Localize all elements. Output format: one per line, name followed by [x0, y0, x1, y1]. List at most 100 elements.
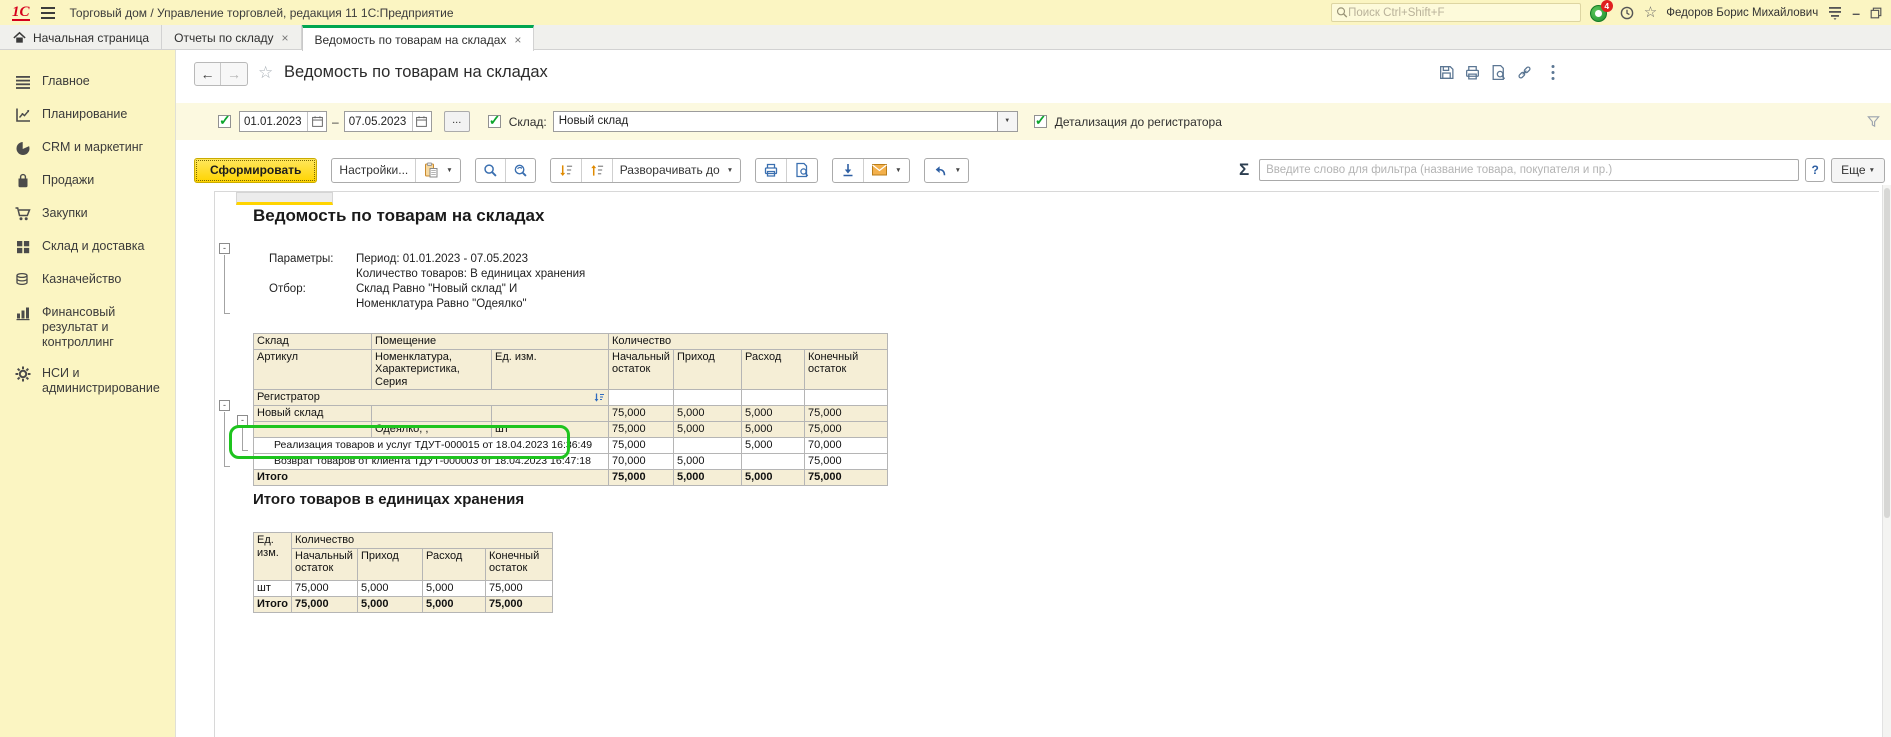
- header-cell: Начальный остаток: [609, 349, 674, 390]
- date-from-field[interactable]: 01.01.2023: [239, 111, 327, 132]
- filter-label: Отбор:: [269, 283, 306, 295]
- cell-cursor: [236, 192, 333, 205]
- collapse-group-button[interactable]: [219, 400, 230, 411]
- period-checkbox[interactable]: [218, 115, 231, 128]
- chevron-down-icon: ▼: [1869, 167, 1875, 174]
- table-cell: 5,000: [674, 453, 742, 469]
- change-report-button[interactable]: ▼: [925, 159, 968, 182]
- sidebar-item-planning[interactable]: Планирование: [0, 99, 175, 132]
- warehouse-combo[interactable]: Новый склад ▼: [553, 111, 1018, 132]
- send-mail-button[interactable]: ▼: [864, 159, 908, 182]
- sidebar-item-warehouse[interactable]: Склад и доставка: [0, 231, 175, 264]
- calendar-icon[interactable]: [307, 112, 326, 131]
- sidebar-item-treasury[interactable]: Казначейство: [0, 264, 175, 297]
- forward-button[interactable]: →: [221, 63, 247, 85]
- close-icon[interactable]: ×: [282, 31, 289, 45]
- quick-filter-input[interactable]: [1259, 159, 1799, 181]
- restore-icon[interactable]: [1869, 6, 1883, 20]
- collapse-group-button[interactable]: [237, 415, 248, 426]
- sidebar-item-purchases[interactable]: Закупки: [0, 198, 175, 231]
- back-button[interactable]: ←: [195, 63, 221, 85]
- print-preview-button[interactable]: [787, 159, 817, 182]
- registrator-row: Регистратор: [254, 390, 888, 406]
- table-cell: 70,000: [805, 437, 888, 453]
- table-cell: 75,000: [292, 596, 358, 612]
- main-report-table: Склад Помещение Количество Артикул Номен…: [253, 333, 888, 486]
- table-cell: 75,000: [609, 421, 674, 437]
- home-icon: [12, 30, 27, 45]
- generate-button[interactable]: Сформировать: [194, 158, 317, 183]
- table-cell: Реализация товаров и услуг ТДУТ-000015 о…: [254, 437, 609, 453]
- table-row: шт75,0005,0005,00075,000: [254, 580, 553, 596]
- hamburger-icon[interactable]: [40, 6, 56, 20]
- expand-groups-button[interactable]: [582, 159, 613, 182]
- link-icon[interactable]: [1516, 64, 1533, 81]
- user-name[interactable]: Федоров Борис Михайлович: [1666, 7, 1818, 19]
- sum-icon[interactable]: Σ: [1239, 160, 1249, 180]
- coins-icon: [14, 271, 32, 289]
- save-icon[interactable]: [1438, 64, 1455, 81]
- paste-settings-button[interactable]: ▼: [416, 159, 459, 182]
- table-row: Новый склад75,0005,0005,00075,000: [254, 405, 888, 421]
- favorite-star-icon[interactable]: ☆: [258, 63, 273, 83]
- service-menu-icon[interactable]: [1827, 5, 1843, 20]
- print-icon[interactable]: [1464, 64, 1481, 81]
- notification-badge: 4: [1601, 0, 1613, 12]
- sidebar-item-label: Склад и доставка: [42, 239, 144, 254]
- find-next-button[interactable]: [506, 159, 535, 182]
- page-title: Ведомость по товарам на складах: [284, 63, 548, 82]
- header-cell: Конечный остаток: [805, 349, 888, 390]
- more-menu-icon[interactable]: [1550, 64, 1567, 81]
- period-options-button[interactable]: ...: [444, 111, 470, 132]
- sidebar-item-label: Планирование: [42, 107, 127, 122]
- table-row: Итого75,0005,0005,00075,000: [254, 596, 553, 612]
- tab-warehouse-reports[interactable]: Отчеты по складу ×: [162, 25, 301, 50]
- close-icon[interactable]: ×: [514, 33, 521, 47]
- help-button[interactable]: ?: [1805, 158, 1825, 182]
- history-icon[interactable]: [1619, 5, 1635, 21]
- minimize-icon[interactable]: –: [1852, 8, 1860, 18]
- chevron-down-icon[interactable]: ▼: [998, 111, 1018, 132]
- table-cell: 75,000: [805, 469, 888, 485]
- warehouse-checkbox[interactable]: [488, 115, 501, 128]
- collapse-groups-icon: [558, 163, 574, 178]
- sidebar-item-admin[interactable]: НСИ и администрирование: [0, 358, 175, 404]
- find-button[interactable]: [476, 159, 506, 182]
- sidebar-item-crm[interactable]: CRM и маркетинг: [0, 132, 175, 165]
- sidebar-item-main[interactable]: Главное: [0, 66, 175, 99]
- expand-to-button[interactable]: Разворачивать до▼: [613, 159, 740, 182]
- registrator-cell[interactable]: Регистратор: [254, 390, 609, 406]
- save-result-button[interactable]: [833, 159, 864, 182]
- filter-funnel-icon[interactable]: [1866, 114, 1881, 129]
- preview-icon[interactable]: [1490, 64, 1507, 81]
- print-button[interactable]: [756, 159, 787, 182]
- param-line: Период: 01.01.2023 - 07.05.2023: [356, 253, 528, 265]
- table-cell: 75,000: [805, 453, 888, 469]
- date-to-value[interactable]: 07.05.2023: [345, 116, 412, 128]
- sidebar-item-finance[interactable]: Финансовый результат и контроллинг: [0, 297, 175, 358]
- sidebar-item-sales[interactable]: Продажи: [0, 165, 175, 198]
- collapse-groups-button[interactable]: [551, 159, 582, 182]
- sort-descending-icon[interactable]: [593, 392, 605, 404]
- more-button[interactable]: Еще▼: [1831, 158, 1885, 183]
- favorites-star-icon[interactable]: ☆: [1644, 6, 1657, 20]
- global-search[interactable]: [1331, 3, 1581, 22]
- date-from-value[interactable]: 01.01.2023: [240, 116, 307, 128]
- report-area[interactable]: Ведомость по товарам на складах Параметр…: [176, 185, 1891, 737]
- sidebar-item-label: CRM и маркетинг: [42, 140, 143, 155]
- date-to-field[interactable]: 07.05.2023: [344, 111, 432, 132]
- vertical-scrollbar[interactable]: [1882, 185, 1891, 737]
- table-cell: 75,000: [805, 405, 888, 421]
- table-row: Итого75,0005,0005,00075,000: [254, 469, 888, 485]
- detail-checkbox[interactable]: [1034, 115, 1047, 128]
- calendar-icon[interactable]: [412, 112, 431, 131]
- warehouse-value[interactable]: Новый склад: [553, 111, 998, 132]
- tab-goods-statement[interactable]: Ведомость по товарам на складах ×: [302, 25, 535, 51]
- notifications-icon[interactable]: 4: [1590, 3, 1610, 23]
- global-search-input[interactable]: [1348, 7, 1576, 19]
- tab-home[interactable]: Начальная страница: [0, 25, 162, 50]
- scrollbar-thumb[interactable]: [1884, 188, 1890, 518]
- collapse-group-button[interactable]: [219, 243, 230, 254]
- table-cell: 5,000: [674, 421, 742, 437]
- settings-button[interactable]: Настройки...: [332, 159, 416, 182]
